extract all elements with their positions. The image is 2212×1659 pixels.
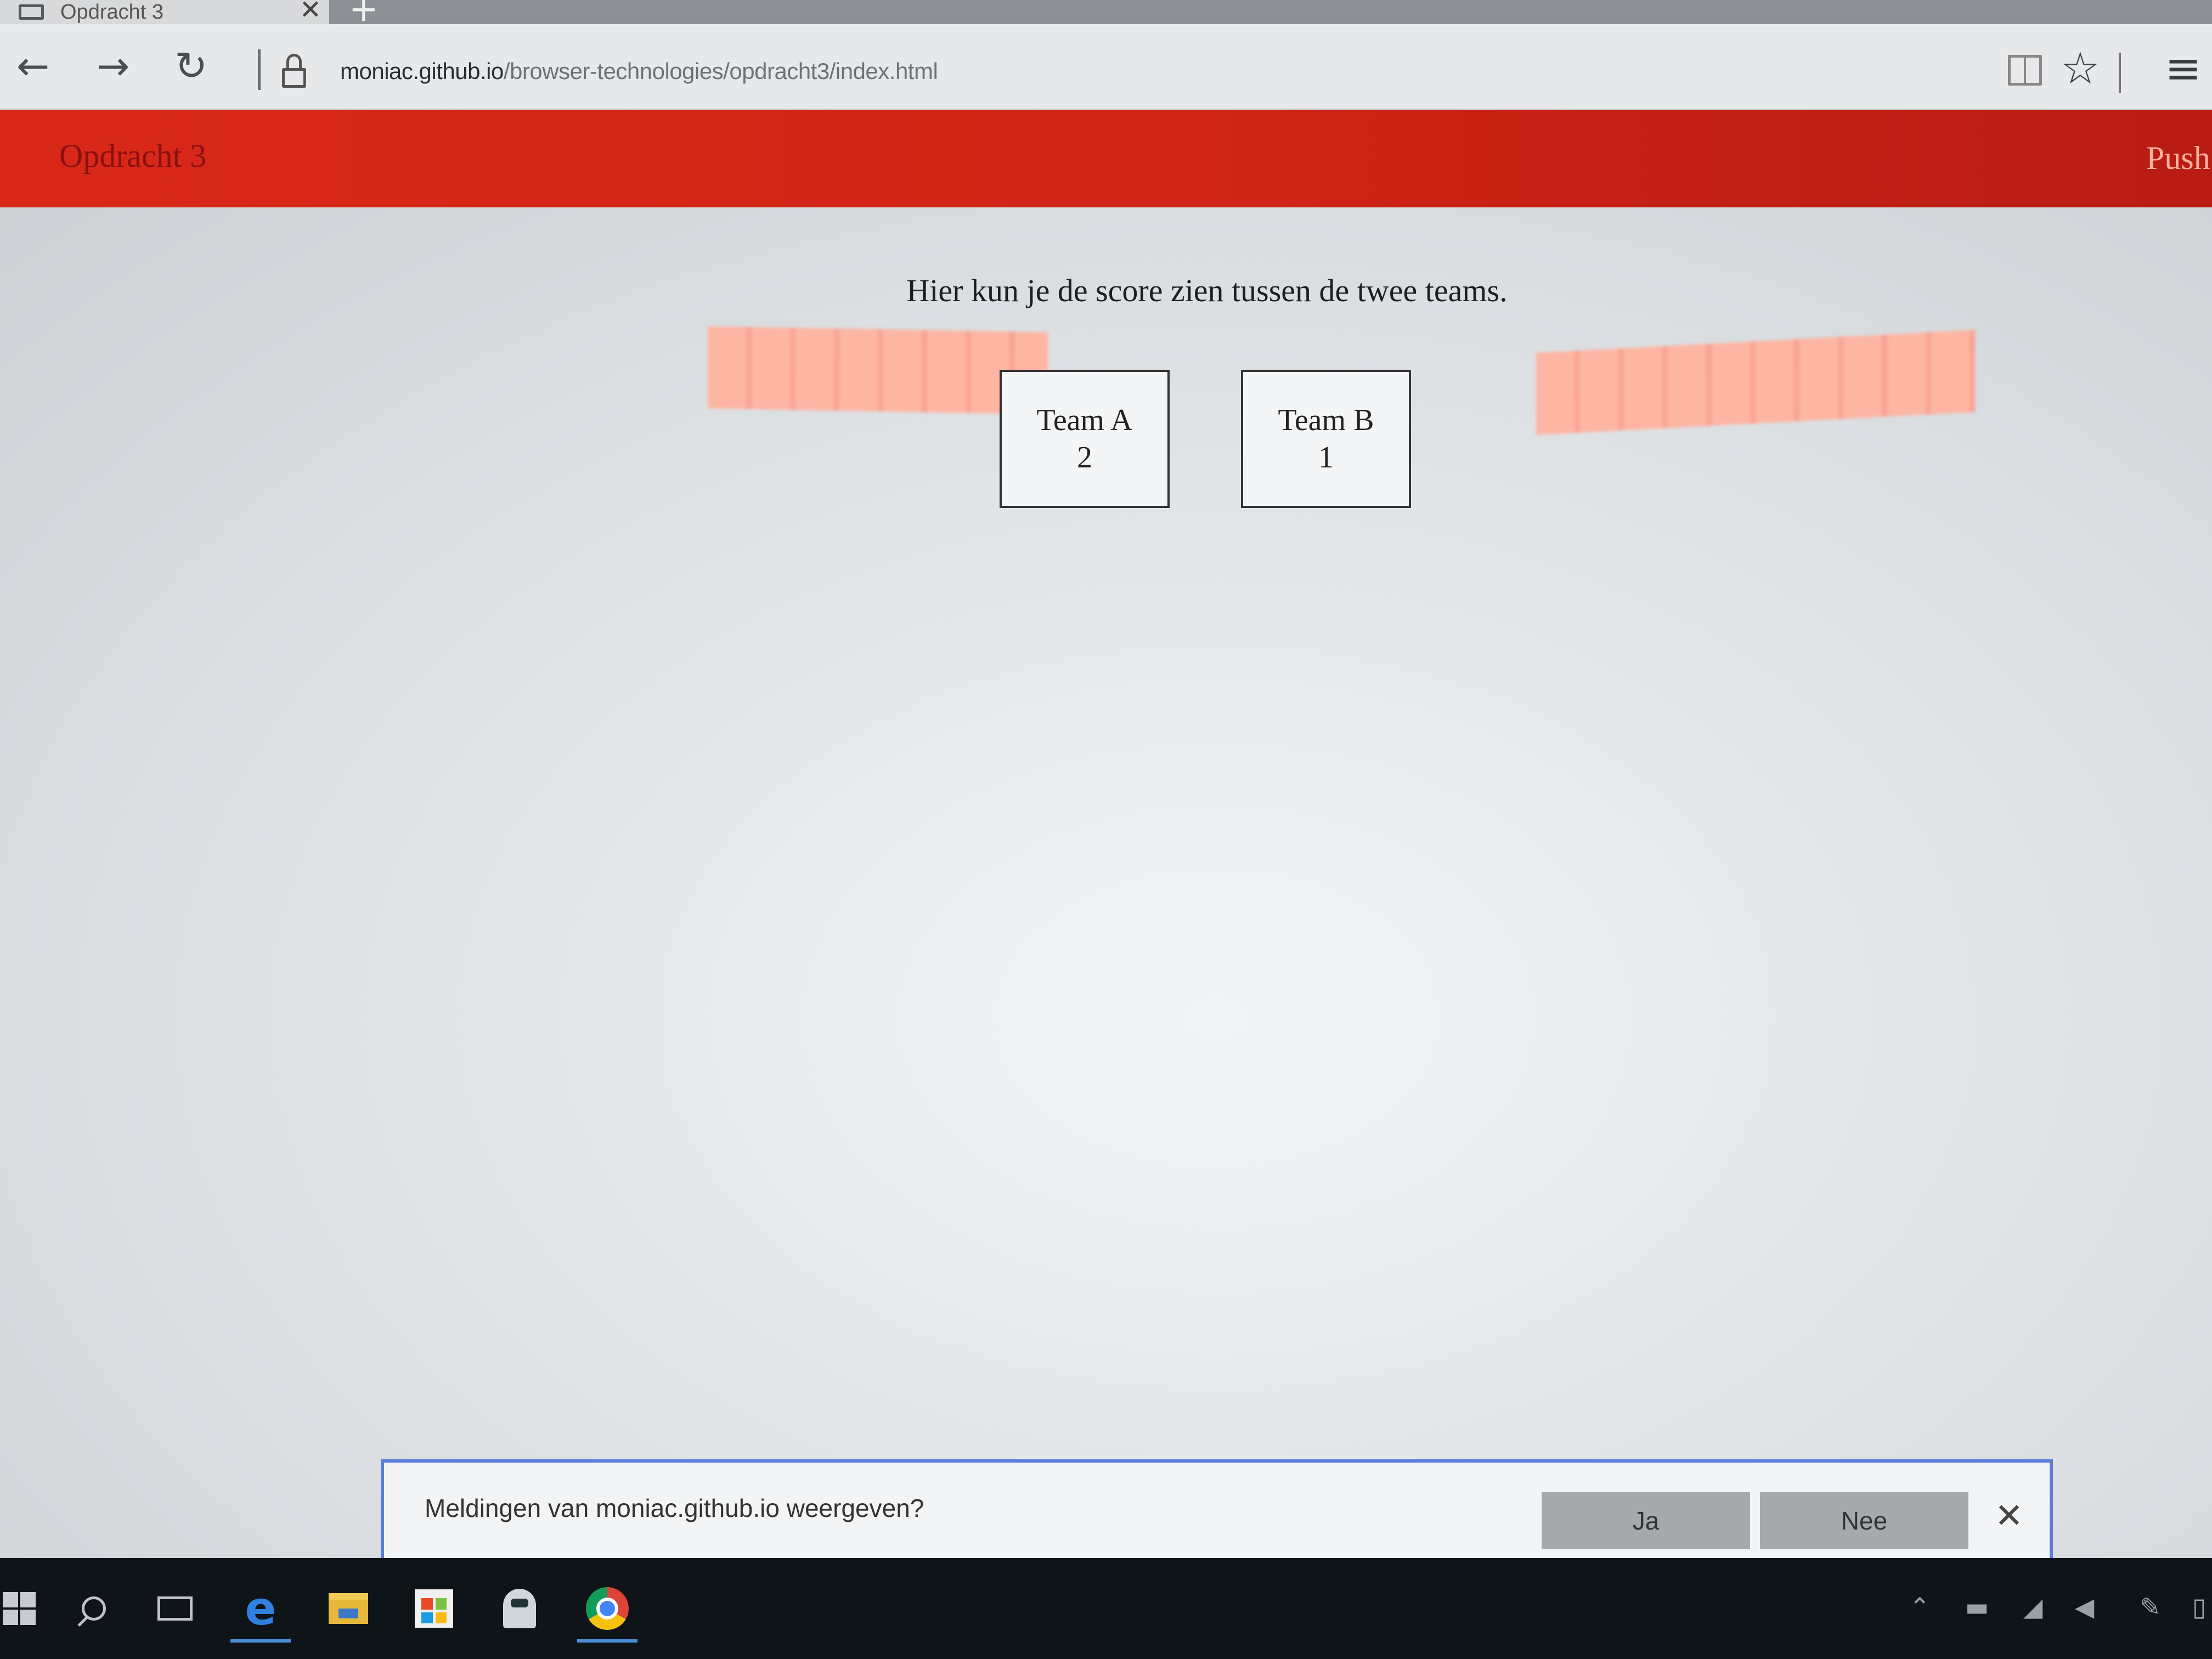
lock-icon[interactable] [282, 54, 306, 88]
site-header: Opdracht 3 Push [0, 110, 2212, 207]
allow-button[interactable]: Ja [1542, 1492, 1750, 1549]
refresh-button[interactable]: ↻ [174, 44, 207, 88]
favorite-star-icon[interactable]: ☆ [2061, 43, 2100, 94]
task-view-icon[interactable] [145, 1575, 205, 1643]
notification-prompt: Meldingen van moniac.github.io weergeven… [381, 1459, 2053, 1564]
volume-icon[interactable]: ◀ [2075, 1592, 2094, 1622]
address-bar[interactable]: moniac.github.io/browser-technologies/op… [340, 58, 938, 84]
team-name: Team B [1278, 403, 1374, 437]
tab-title: Opdracht 3 [60, 0, 163, 24]
edge-icon[interactable]: e [230, 1575, 291, 1643]
taskbar: e ⌃ ▬ ◢ ◀ ✎ ▯ [0, 1558, 2212, 1659]
action-center-icon[interactable]: ▯ [2192, 1592, 2206, 1622]
team-score: 2 [1077, 441, 1092, 475]
screen-glare [708, 326, 1048, 415]
site-title[interactable]: Opdracht 3 [59, 137, 206, 175]
start-icon[interactable] [0, 1575, 49, 1643]
app-icon[interactable] [489, 1575, 550, 1643]
deny-button[interactable]: Nee [1760, 1492, 1968, 1549]
back-button[interactable]: ← [16, 44, 49, 88]
team-a-score-box: Team A 2 [1000, 370, 1170, 508]
url-domain: moniac.github.io [340, 58, 504, 84]
tab-close-icon[interactable]: ✕ [300, 0, 321, 23]
search-icon[interactable] [64, 1575, 124, 1643]
hub-menu-icon[interactable]: ≡ [2165, 43, 2202, 94]
forward-button[interactable]: → [97, 44, 129, 88]
tab-strip: Opdracht 3 ✕ + [0, 0, 2212, 27]
close-icon[interactable]: ✕ [1995, 1496, 2023, 1536]
page-content: Hier kun je de score zien tussen de twee… [0, 207, 2212, 1558]
chrome-icon[interactable] [577, 1575, 637, 1643]
tab-page-icon [19, 4, 44, 20]
url-path: /browser-technologies/opdracht3/index.ht… [503, 58, 938, 84]
reading-view-icon[interactable] [2008, 55, 2042, 86]
divider [258, 49, 261, 90]
notification-text: Meldingen van moniac.github.io weergeven… [425, 1494, 924, 1522]
show-hidden-icons-icon[interactable]: ⌃ [1909, 1592, 1931, 1622]
push-link[interactable]: Push [2146, 139, 2210, 177]
navigation-bar: ← → ↻ moniac.github.io/browser-technolog… [0, 24, 2212, 110]
team-name: Team A [1036, 403, 1133, 437]
wifi-icon[interactable]: ◢ [2023, 1592, 2042, 1622]
pen-icon[interactable]: ✎ [2140, 1592, 2161, 1622]
team-b-score-box: Team B 1 [1241, 370, 1411, 508]
intro-text: Hier kun je de score zien tussen de twee… [906, 273, 1508, 308]
new-tab-button[interactable]: + [349, 0, 379, 27]
browser-tab[interactable]: Opdracht 3 ✕ [0, 0, 329, 24]
team-score: 1 [1318, 441, 1334, 475]
battery-icon[interactable]: ▬ [1965, 1592, 1989, 1622]
file-explorer-icon[interactable] [318, 1575, 379, 1643]
screen-glare [1536, 330, 1975, 435]
store-icon[interactable] [404, 1575, 464, 1643]
divider [2119, 53, 2121, 93]
